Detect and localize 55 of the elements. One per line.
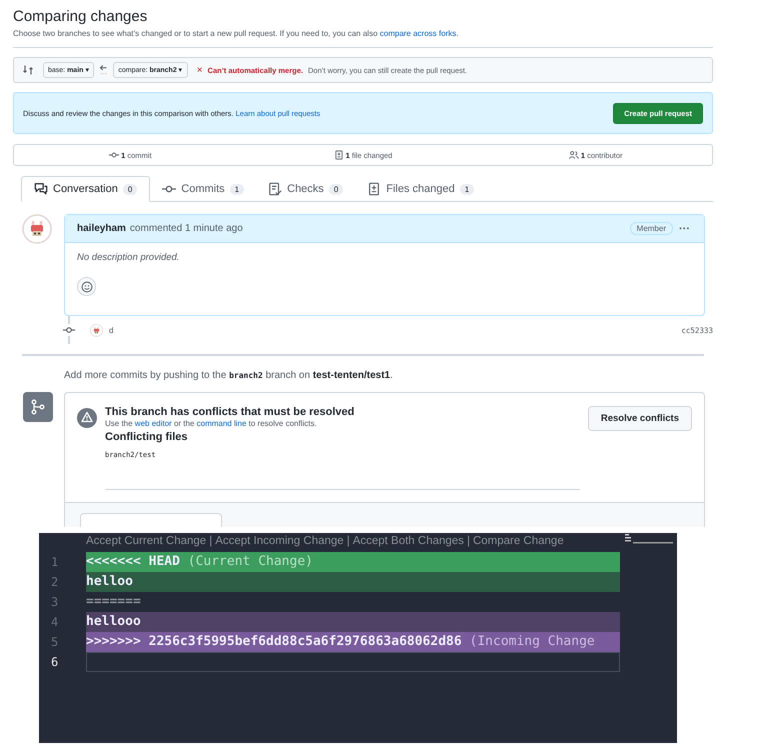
codelens-separator: | — [346, 535, 350, 549]
avatar-icon — [90, 324, 103, 336]
resolve-conflicts-button[interactable]: Resolve conflicts — [588, 406, 692, 431]
command-line-link[interactable]: command line — [196, 419, 246, 428]
line-number: 2 — [50, 574, 60, 591]
checklist-icon — [268, 182, 282, 196]
tab-counter: 0 — [328, 184, 344, 194]
commit-icon — [109, 150, 120, 160]
line-number: 3 — [50, 594, 60, 611]
people-icon — [568, 150, 579, 160]
tab[interactable]: Checks 0 — [256, 176, 356, 202]
tab-counter: 0 — [122, 184, 138, 194]
comment-body: No description provided. — [77, 252, 180, 263]
push-hint: Add more commits by pushing to the branch2 branch on test-tenten/test1. — [64, 370, 394, 381]
codelens-action[interactable]: Accept Both Changes — [352, 535, 464, 552]
warning-icon — [77, 408, 97, 428]
role-label: Member — [630, 222, 673, 235]
codelens-action[interactable]: Accept Current Change — [86, 535, 206, 552]
line-number: 1 — [50, 554, 60, 571]
error-mark: × — [196, 64, 203, 76]
line-number: 5 — [50, 634, 60, 651]
comment-meta: commented 1 minute ago — [130, 223, 243, 234]
codelens-separator: | — [466, 535, 470, 549]
conflict-title: This branch has conflicts that must be resolved — [105, 406, 356, 418]
forks-link[interactable]: compare across forks — [380, 29, 456, 38]
branch-icon — [30, 399, 46, 415]
tab[interactable]: Commits 1 — [150, 176, 256, 202]
codelens-action[interactable]: Compare Change — [472, 535, 564, 552]
conflict-note: Use the web editor or the command line to resolve conflicts. — [105, 419, 318, 428]
web-editor-link[interactable]: web editor — [134, 419, 172, 428]
more-button[interactable]: ··· — [677, 222, 692, 234]
page-title: Comparing changes — [13, 8, 148, 25]
author-link[interactable]: haileyham — [77, 223, 126, 234]
commit-icon — [63, 324, 75, 336]
page-subtitle: Choose two branches to see what’s changed or to start a new pull request. If you need to, you can also compare across forks. — [13, 29, 460, 38]
tab-counter: 1 — [230, 184, 244, 194]
file-icon — [367, 182, 382, 196]
tab[interactable]: Conversation 0 — [21, 176, 150, 202]
code-line: ======= — [86, 593, 142, 611]
left-arrow-icon — [99, 63, 108, 77]
reaction-button[interactable] — [77, 277, 96, 296]
minimap-drawing — [625, 534, 675, 546]
smiley-icon — [80, 280, 92, 292]
file-icon — [334, 150, 344, 160]
tab[interactable]: Files changed 1 — [355, 176, 486, 202]
commit-message[interactable]: d — [109, 326, 114, 334]
codelens-action[interactable]: Accept Incoming Change — [215, 535, 344, 552]
line-number: 6 — [50, 654, 60, 671]
avatar-icon — [22, 214, 52, 244]
compare-arrows-icon — [22, 64, 34, 76]
codelens-separator: | — [209, 535, 212, 549]
tab-counter: 1 — [460, 184, 474, 194]
conflicting-files-title: Conflicting files — [105, 431, 188, 443]
speech-bubbles-icon — [34, 182, 48, 196]
line-number: 4 — [50, 614, 60, 631]
